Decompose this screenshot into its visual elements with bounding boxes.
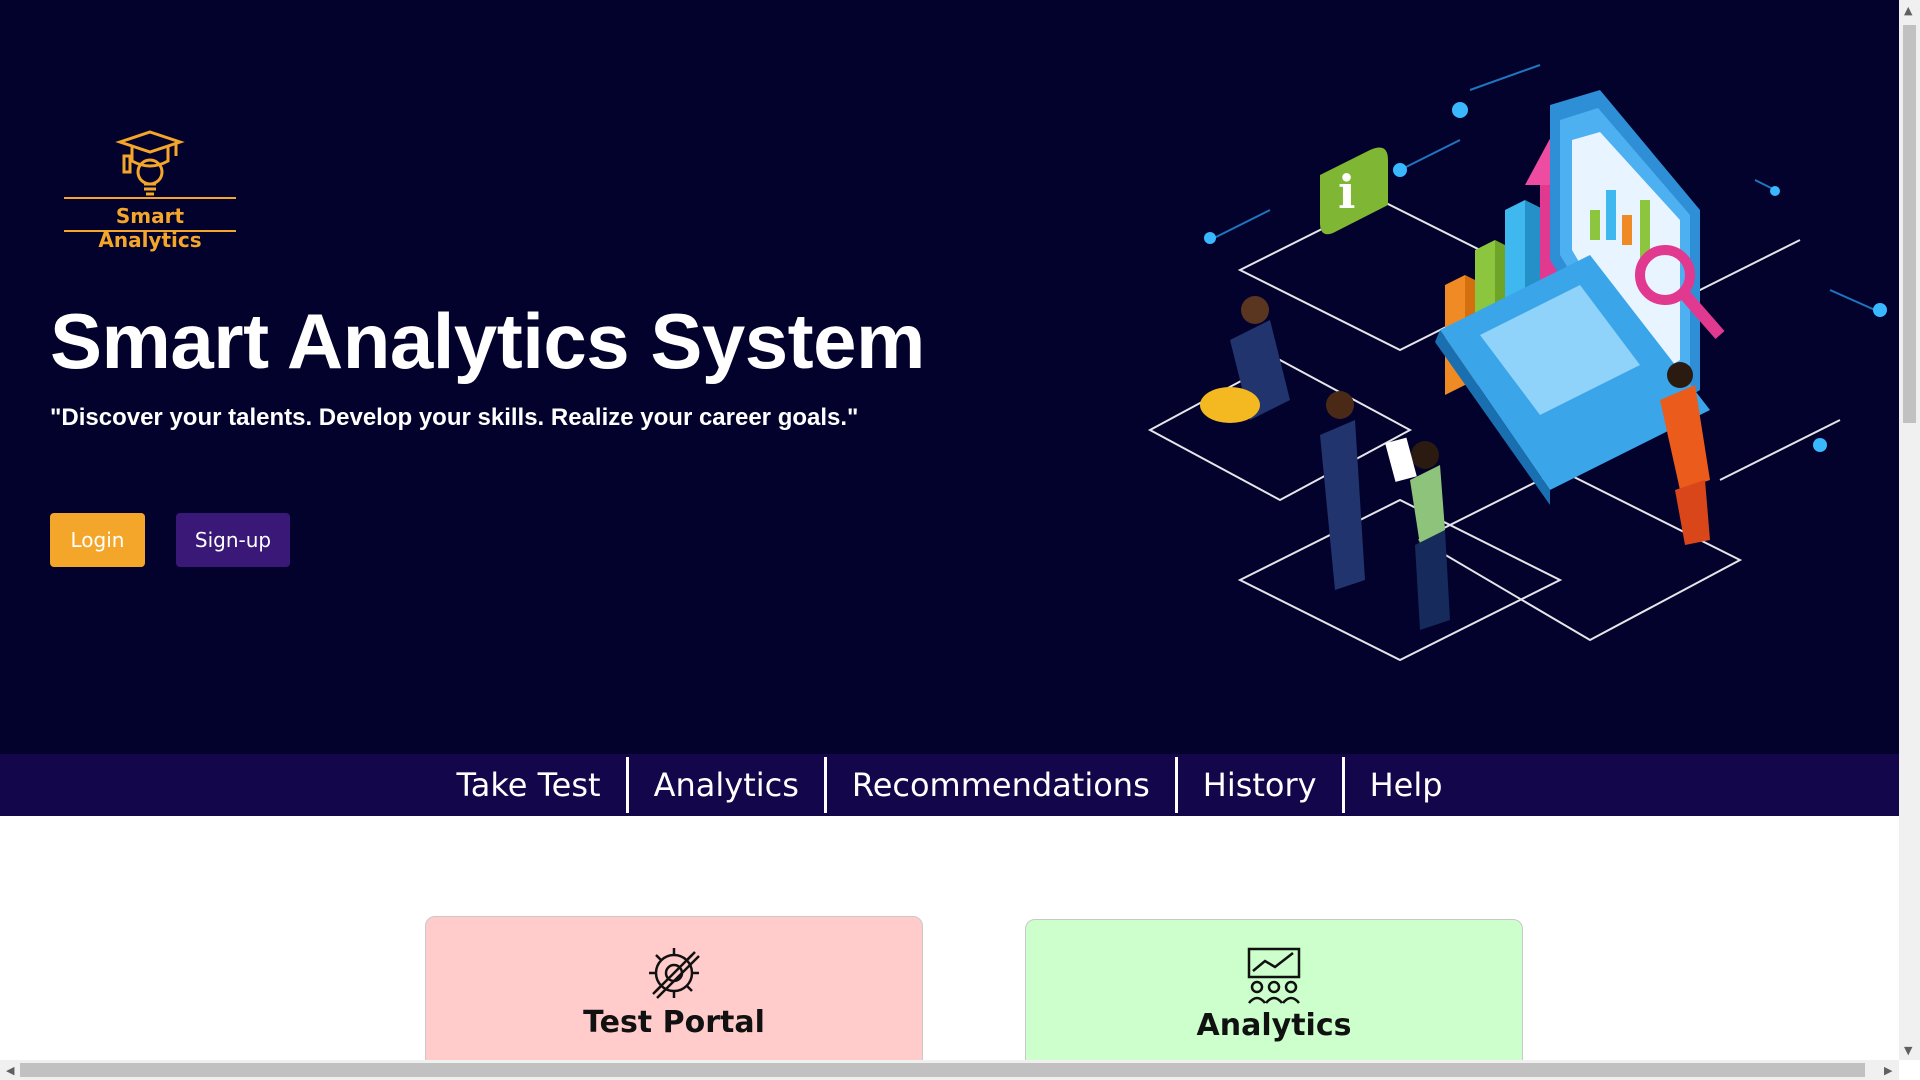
- scroll-down-arrow-icon[interactable]: ▼: [1904, 1044, 1912, 1057]
- nav-analytics[interactable]: Analytics: [629, 757, 827, 813]
- analytics-chart-people-icon: [1247, 947, 1301, 1004]
- logo-underline: [64, 230, 236, 232]
- nav-help[interactable]: Help: [1345, 757, 1468, 813]
- svg-text:i: i: [1338, 165, 1355, 219]
- scroll-left-arrow-icon[interactable]: ◀: [6, 1064, 14, 1077]
- horizontal-scroll-thumb[interactable]: [20, 1063, 1865, 1077]
- logo-text: Smart Analytics: [98, 204, 202, 252]
- isometric-analytics-laptop-illustration: i: [1147, 64, 1887, 662]
- scroll-right-arrow-icon[interactable]: ▶: [1884, 1064, 1892, 1077]
- gear-crossed-tools-icon: [649, 948, 700, 999]
- analytics-card[interactable]: Analytics: [1025, 919, 1523, 1079]
- test-portal-card[interactable]: Test Portal: [425, 916, 923, 1076]
- hero-title: Smart Analytics System: [50, 297, 925, 385]
- logo[interactable]: Smart Analytics: [64, 126, 236, 252]
- nav-history[interactable]: History: [1178, 757, 1345, 813]
- login-button[interactable]: Login: [50, 513, 145, 567]
- hero-tagline: "Discover your talents. Develop your ski…: [50, 404, 859, 431]
- analytics-card-title: Analytics: [1196, 1008, 1352, 1043]
- graduation-cap-bulb-icon: [64, 130, 236, 199]
- nav-take-test[interactable]: Take Test: [431, 757, 629, 813]
- test-portal-title: Test Portal: [583, 1005, 765, 1040]
- vertical-scroll-thumb[interactable]: [1903, 25, 1916, 423]
- nav-recommendations[interactable]: Recommendations: [827, 757, 1178, 813]
- signup-button[interactable]: Sign-up: [176, 513, 290, 567]
- scroll-up-arrow-icon[interactable]: ▲: [1904, 4, 1912, 17]
- main-nav: Take Test Analytics Recommendations Hist…: [0, 754, 1899, 816]
- hero-section: Smart Analytics Smart Analytics System "…: [0, 0, 1899, 754]
